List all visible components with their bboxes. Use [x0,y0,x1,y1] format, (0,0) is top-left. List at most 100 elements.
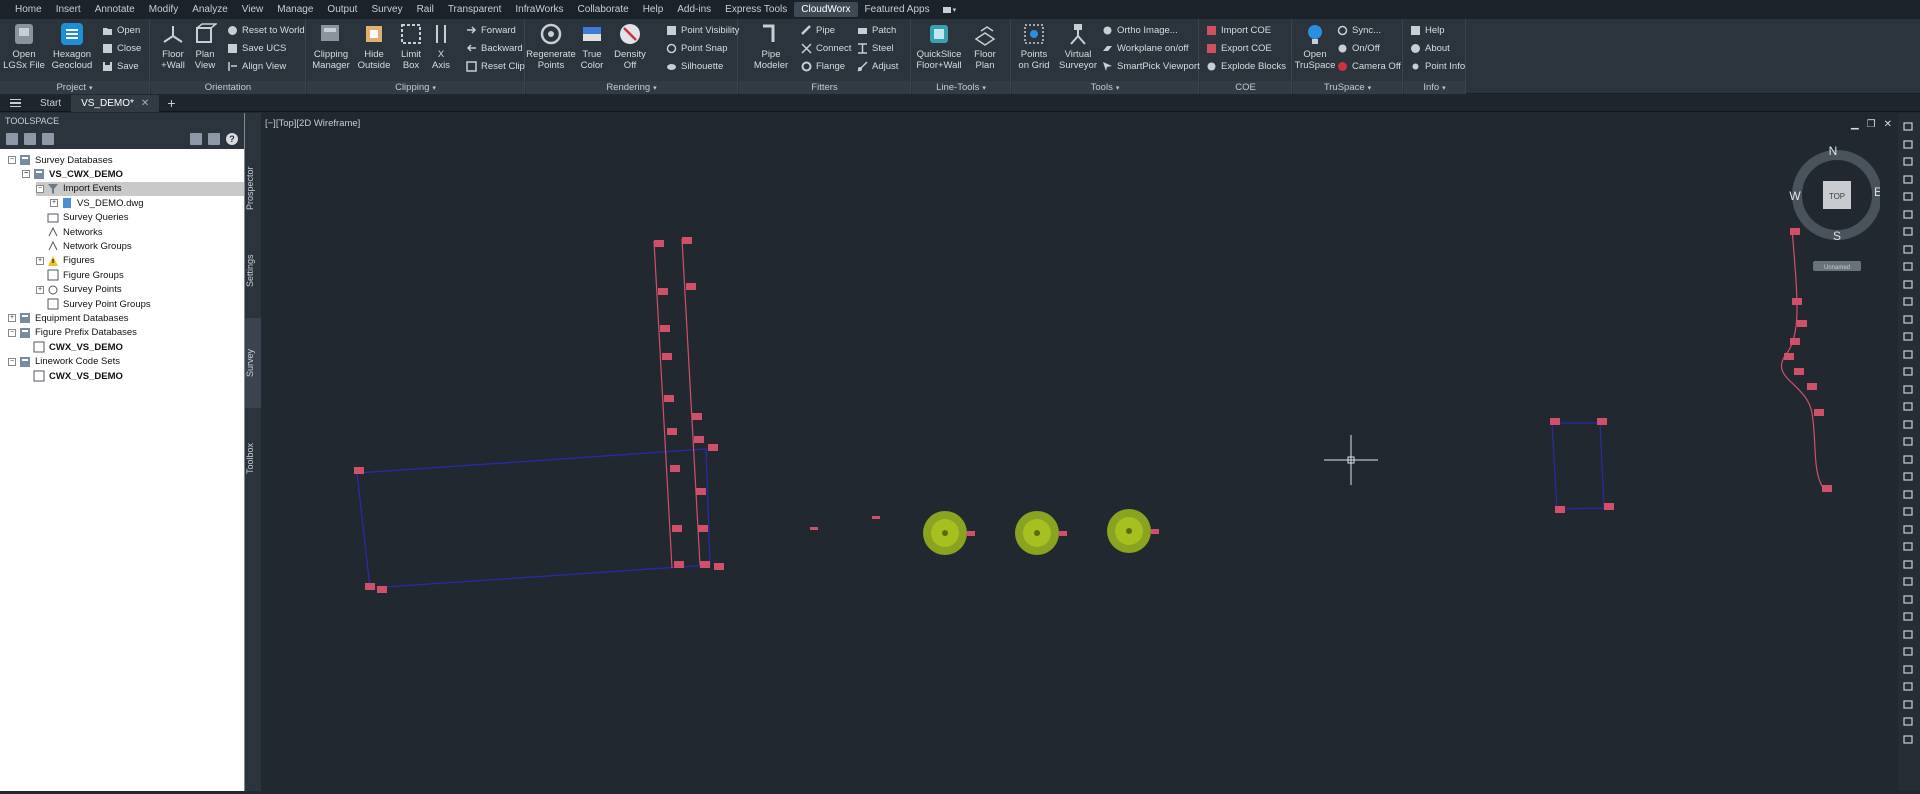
regenerate-points-button[interactable]: Regenerate Points [526,22,576,71]
sync-button[interactable]: Sync... [1337,23,1381,37]
point-label[interactable] [1797,320,1807,327]
ribbon-overflow-icon[interactable]: ▾ [942,4,959,15]
ribbon-tab-modify[interactable]: Modify [142,2,185,17]
right-toolbar-tool-icon[interactable] [1903,191,1914,202]
point-label[interactable] [654,240,664,247]
tools-panel-title[interactable]: Tools ▾ [1012,81,1198,94]
point-label[interactable] [377,586,387,593]
right-toolbar-tool-icon[interactable] [1903,331,1914,342]
tree-symbol[interactable] [1015,511,1067,555]
right-toolbar-tool-icon[interactable] [1903,209,1914,220]
quickslice-button[interactable]: QuickSlice Floor+Wall [914,22,964,71]
tree-linework-code-sets[interactable]: − Linework Code Sets [8,355,120,369]
project-panel-title[interactable]: Project ▾ [0,81,149,94]
expand-toggle-icon[interactable]: − [8,357,16,366]
ribbon-tab-featured-apps[interactable]: Featured Apps [858,2,937,17]
right-toolbar-tool-icon[interactable] [1903,139,1914,150]
right-toolbar-tool-icon[interactable] [1903,436,1914,447]
ribbon-tab-output[interactable]: Output [320,2,364,17]
right-toolbar-tool-icon[interactable] [1903,366,1914,377]
right-toolbar-tool-icon[interactable] [1903,541,1914,552]
reset-to-world-button[interactable]: Reset to World [227,23,305,37]
backward-button[interactable]: Backward [466,41,523,55]
truspace-onoff-button[interactable]: On/Off [1337,41,1380,55]
right-toolbar-tool-icon[interactable] [1903,489,1914,500]
patch-button[interactable]: Patch [857,23,896,37]
point-label[interactable] [1784,353,1794,360]
steel-button[interactable]: Steel [857,41,894,55]
point-label[interactable] [1550,418,1560,425]
point-label[interactable] [354,467,364,474]
floor-plan-button[interactable]: Floor Plan [966,22,1004,71]
expand-toggle-icon[interactable]: + [36,256,44,265]
expand-toggle-icon[interactable]: + [36,285,44,294]
point-label[interactable] [1604,503,1614,510]
truspace-panel-title[interactable]: TruSpace ▾ [1293,81,1402,94]
ribbon-tab-infraworks[interactable]: InfraWorks [508,2,570,17]
expand-toggle-icon[interactable]: − [22,170,30,179]
save-button[interactable]: Save [102,59,139,73]
tree-networks[interactable]: Networks [36,225,103,239]
point-label[interactable] [365,583,375,590]
open-lgsx-button[interactable]: Open LGSx File [3,22,45,71]
tree-survey-point-groups[interactable]: Survey Point Groups [36,297,151,311]
right-toolbar-tool-icon[interactable] [1903,524,1914,535]
ribbon-tab-express-tools[interactable]: Express Tools [718,2,794,17]
point-label[interactable] [674,561,684,568]
line-tools-panel-title[interactable]: Line-Tools ▾ [912,81,1010,94]
tab-survey[interactable]: Survey [245,318,261,408]
ribbon-tab-manage[interactable]: Manage [270,2,320,17]
tree-figure-groups[interactable]: Figure Groups [36,268,124,282]
tree-vs-demo-dwg[interactable]: + VS_DEMO.dwg [50,196,144,210]
ortho-image-button[interactable]: Ortho Image... [1102,23,1178,37]
right-toolbar-tool-icon[interactable] [1903,611,1914,622]
tree-cwx-vs-demo-linework[interactable]: CWX_VS_DEMO [22,369,123,383]
compass-north[interactable]: N [1829,145,1838,158]
right-toolbar-tool-icon[interactable] [1903,559,1914,570]
tab-toolbox[interactable]: Toolbox [245,418,261,498]
clipping-panel-title[interactable]: Clipping ▾ [307,81,524,94]
right-toolbar-tool-icon[interactable] [1903,664,1914,675]
limit-box-button[interactable]: Limit Box [394,22,428,71]
help-icon[interactable]: ? [226,133,238,145]
pipe-modeler-button[interactable]: Pipe Modeler [751,22,791,71]
point-label[interactable] [1807,383,1817,390]
hexagon-geocloud-button[interactable]: Hexagon Geocloud [52,22,92,71]
start-tab[interactable]: Start [30,95,71,112]
tree-survey-databases[interactable]: − Survey Databases [8,153,113,167]
explode-blocks-button[interactable]: Explode Blocks [1206,59,1286,73]
point-label[interactable] [696,488,706,495]
right-toolbar-tool-icon[interactable] [1903,594,1914,605]
right-toolbar-tool-icon[interactable] [1903,716,1914,727]
point-label[interactable] [700,561,710,568]
right-toolbar-tool-icon[interactable] [1903,314,1914,325]
point-label[interactable] [682,237,692,244]
clipping-manager-button[interactable]: Clipping Manager [309,22,353,71]
open-button[interactable]: Open [102,23,140,37]
drawing-canvas[interactable] [262,113,1898,791]
pipe-button[interactable]: Pipe [801,23,835,37]
vs-demo-tab[interactable]: VS_DEMO* ✕ [71,94,160,112]
open-truspace-button[interactable]: Open TruSpace [1295,22,1335,71]
camera-off-button[interactable]: Camera Off [1337,59,1401,73]
point-label[interactable] [1822,485,1832,492]
tree-figure-prefix-databases[interactable]: − Figure Prefix Databases [8,326,137,340]
close-button[interactable]: Close [102,41,141,55]
toolspace-tool-icon[interactable] [24,133,36,145]
ribbon-tab-rail[interactable]: Rail [410,2,441,17]
tree-figures[interactable]: + Figures [36,254,95,268]
point-label[interactable] [667,428,677,435]
density-off-button[interactable]: Density Off [610,22,650,71]
right-toolbar-tool-icon[interactable] [1903,349,1914,360]
expand-toggle-icon[interactable]: + [50,199,58,208]
align-view-button[interactable]: Align View [227,59,286,73]
right-toolbar-tool-icon[interactable] [1903,419,1914,430]
right-toolbar-tool-icon[interactable] [1903,156,1914,167]
right-toolbar-tool-icon[interactable] [1903,121,1914,132]
point-label[interactable] [672,525,682,532]
point-label[interactable] [660,325,670,332]
silhouette-button[interactable]: Silhouette [666,59,723,73]
save-ucs-button[interactable]: Save UCS [227,41,286,55]
close-icon[interactable]: ✕ [1884,119,1892,130]
help-button[interactable]: Help [1410,23,1445,37]
